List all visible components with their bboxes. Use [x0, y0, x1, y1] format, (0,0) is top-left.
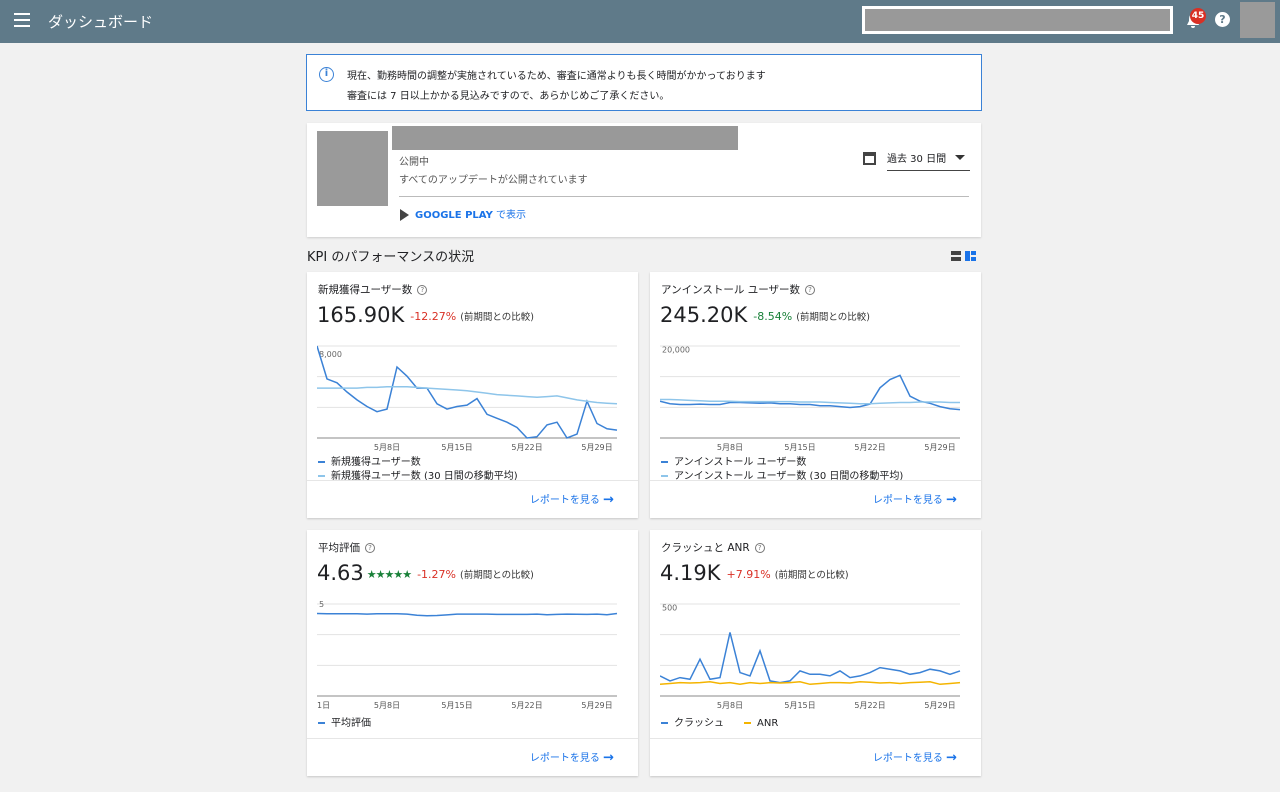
view-on-google-play-link[interactable]: GOOGLE PLAY で表示	[400, 206, 526, 221]
app-summary: 公開中 すべてのアップデートが公開されています GOOGLE PLAY で表示 …	[307, 123, 981, 237]
y-tick-label: 500	[662, 603, 677, 612]
x-tick-label: 5月22日	[511, 443, 542, 452]
x-tick-label: 5月29日	[581, 701, 612, 710]
section-title: KPI のパフォーマンスの状況	[307, 250, 475, 265]
series-line	[317, 612, 618, 617]
play-icon	[400, 209, 409, 221]
arrow-right-icon: →	[946, 750, 957, 766]
help-icon[interactable]: ?	[1215, 12, 1230, 27]
period-select[interactable]: 過去 30 日間	[887, 150, 970, 171]
series-line	[660, 374, 961, 411]
x-tick-label: 5月8日	[374, 443, 400, 452]
x-tick-label: 5月22日	[854, 443, 885, 452]
y-tick-label: 5	[319, 600, 324, 609]
avatar[interactable]	[1240, 2, 1275, 38]
help-icon[interactable]: ?	[417, 285, 428, 295]
kpi-card-crashes-anr: クラッシュと ANR? 4.19K +7.91% (前期間との比較) 500 5月8日…	[650, 530, 981, 776]
kpi-value: 245.20K	[660, 303, 748, 327]
kpi-value: 165.90K	[317, 303, 405, 327]
series-line	[317, 345, 618, 439]
page-title: ダッシュボード	[48, 13, 154, 31]
kpi-change: -1.27%	[417, 567, 456, 581]
series-line	[660, 398, 960, 405]
x-tick-label: 5月22日	[854, 701, 885, 710]
series-line	[317, 385, 618, 405]
view-report-link[interactable]: レポートを見る →	[873, 749, 957, 766]
view-report-link[interactable]: レポートを見る →	[530, 749, 614, 766]
x-tick-label: 5月15日	[784, 443, 815, 452]
x-tick-label: 5月29日	[924, 701, 955, 710]
view-toggle[interactable]	[951, 251, 976, 261]
x-tick-label: 5月8日	[717, 701, 743, 710]
kpi-change: -8.54%	[753, 309, 793, 323]
y-tick-label: 20,000	[662, 345, 690, 354]
series-line	[660, 632, 961, 684]
chart-rating: 5 5月1日 5月8日 5月15日 5月22日 5月29日	[317, 600, 618, 710]
arrow-right-icon: →	[946, 492, 957, 508]
y-tick-label: 8,000	[319, 350, 342, 359]
kpi-change: +7.91%	[726, 567, 771, 581]
chart-uninstalls: 20,000 5月8日 5月15日 5月22日 5月29日	[660, 345, 961, 452]
x-tick-label: 5月15日	[441, 443, 472, 452]
kpi-card-new-users: 新規獲得ユーザー数? 165.90K -12.27% (前期間との比較) 8,000…	[307, 272, 638, 518]
x-tick-label: 5月22日	[511, 701, 542, 710]
divider	[399, 196, 969, 197]
view-report-link[interactable]: レポートを見る →	[530, 491, 614, 508]
top-bar: ダッシュボード 45 ?	[0, 0, 1280, 43]
x-tick-label: 5月15日	[441, 701, 472, 710]
calendar-icon	[863, 152, 876, 165]
app-status: 公開中	[399, 157, 429, 168]
x-tick-label: 5月8日	[374, 701, 400, 710]
notice-line-2: 審査には 7 日以上かかる見込みですので、あらかじめご了承ください。	[347, 91, 670, 102]
notification-badge: 45	[1190, 8, 1206, 24]
view-report-link[interactable]: レポートを見る →	[873, 491, 957, 508]
kpi-value: 4.63	[317, 561, 364, 585]
chevron-down-icon	[955, 155, 965, 160]
help-icon[interactable]: ?	[754, 543, 765, 553]
review-notice: i 現在、勤務時間の調整が実施されているため、審査に通常よりも長く時間がかかって…	[306, 54, 982, 111]
help-icon[interactable]: ?	[365, 543, 375, 553]
help-icon[interactable]: ?	[805, 285, 815, 295]
x-tick-label: 5月29日	[924, 443, 955, 452]
series-line	[660, 681, 961, 686]
arrow-right-icon: →	[603, 750, 614, 766]
kpi-value: 4.19K	[660, 561, 721, 585]
chart-crashes-anr: 500 5月8日 5月15日 5月22日 5月29日	[660, 603, 961, 710]
kpi-card-rating: 平均評価? 4.63★★★★★-1.27%(前期間との比較) 55月1日5月8日…	[307, 530, 638, 776]
app-name-redacted	[392, 126, 738, 150]
menu-icon[interactable]	[14, 13, 30, 27]
app-icon	[317, 131, 388, 206]
search-input[interactable]	[862, 6, 1173, 34]
app-status-detail: すべてのアップデートが公開されています	[399, 175, 588, 186]
x-tick-label: 5月15日	[784, 701, 815, 710]
x-tick-label: 5月8日	[717, 443, 743, 452]
x-tick-label: 5月29日	[581, 443, 612, 452]
kpi-change: -12.27%	[410, 309, 457, 323]
arrow-right-icon: →	[603, 492, 614, 508]
x-tick-label: 5月1日	[317, 701, 330, 710]
kpi-card-uninstalls: アンインストール ユーザー数? 245.20K -8.54% (前期間との比較) 2…	[650, 272, 981, 518]
chart-new-users: 8,000 5月8日 5月15日 5月22日 5月29日	[317, 345, 618, 452]
notice-line-1: 現在、勤務時間の調整が実施されているため、審査に通常よりも長く時間がかかっており…	[347, 71, 766, 82]
info-icon: i	[319, 67, 334, 82]
star-rating: ★★★★★	[366, 567, 412, 581]
